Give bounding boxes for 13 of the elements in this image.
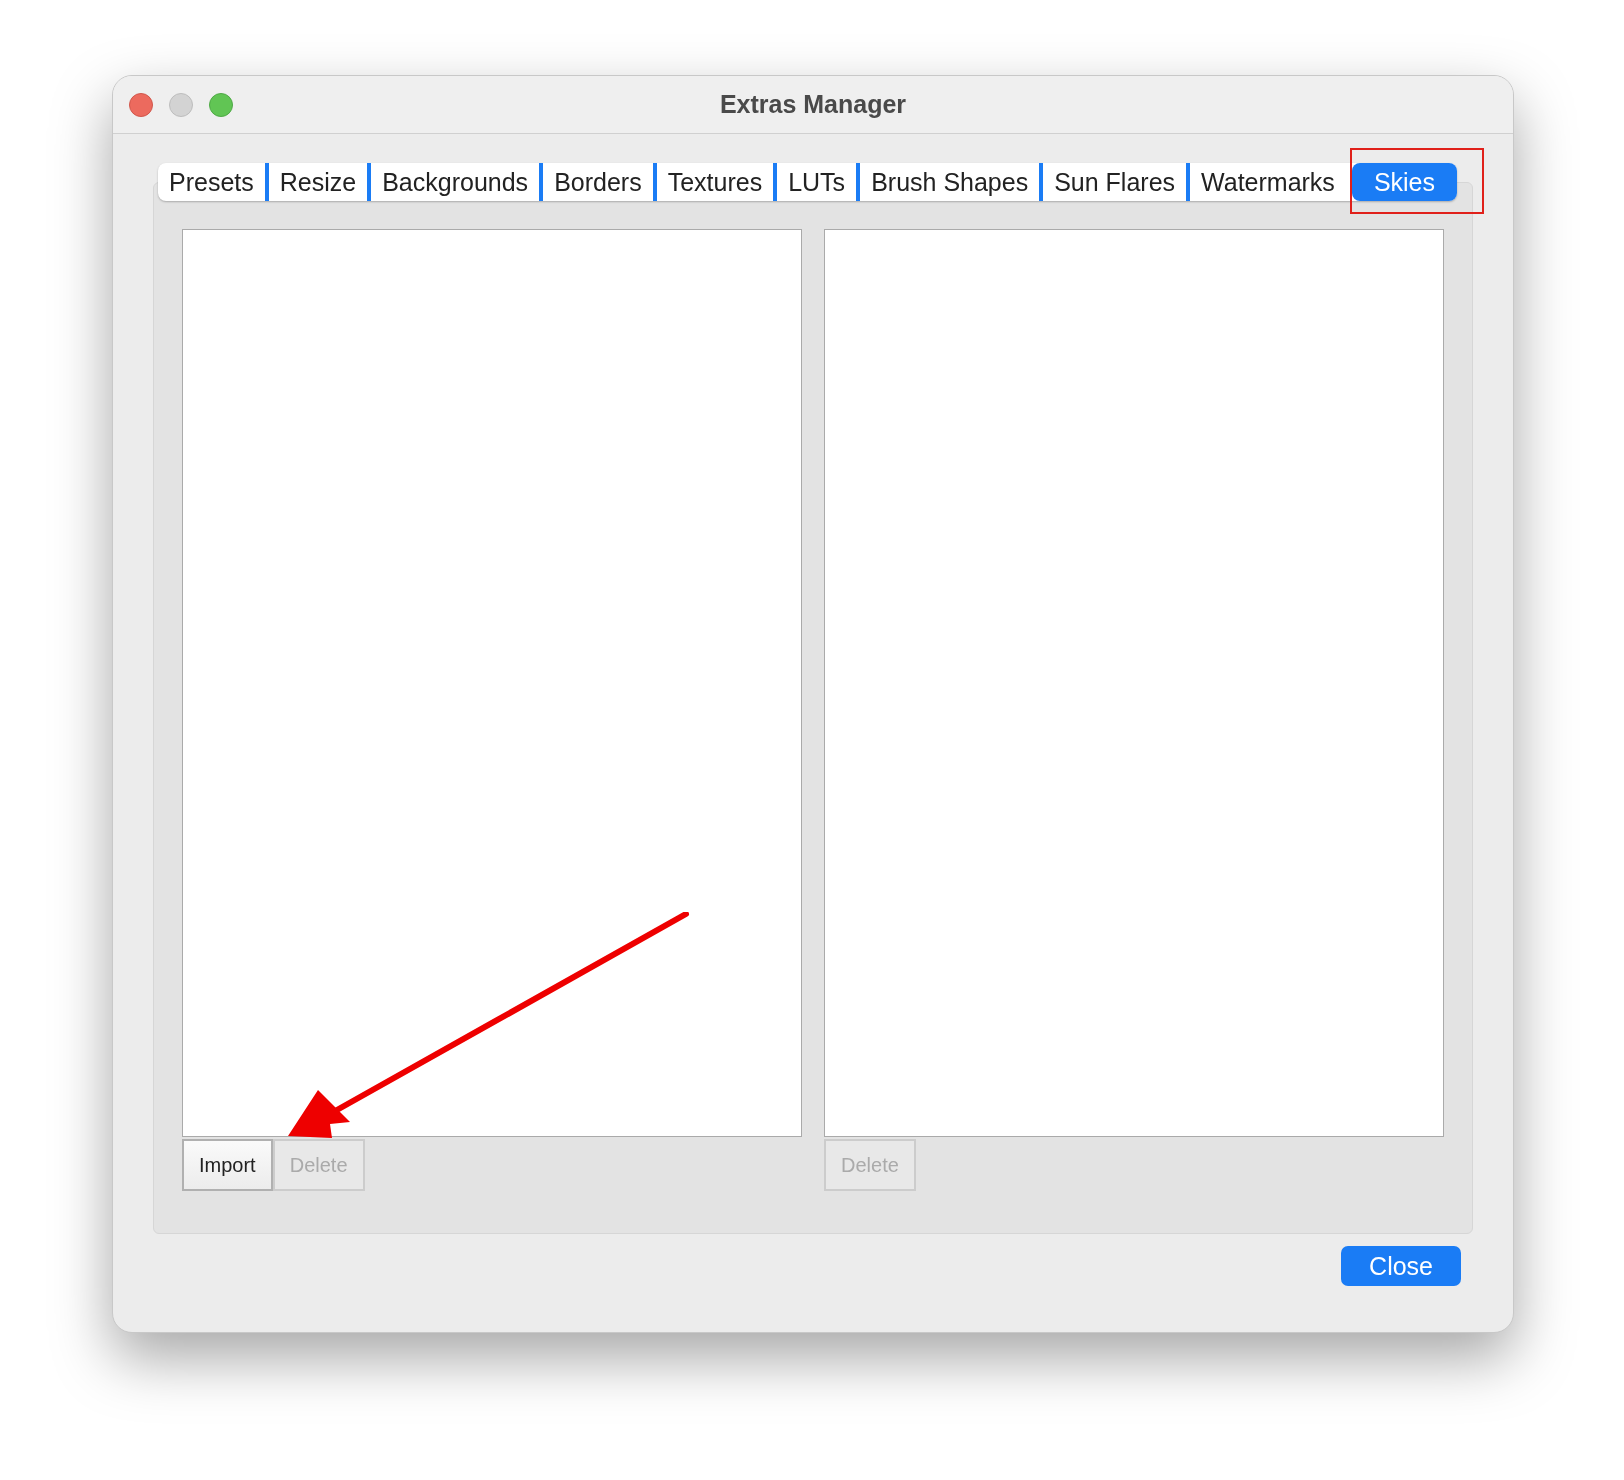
tab[interactable]: Sun Flares [1039,163,1187,201]
tab[interactable]: LUTs [773,163,857,201]
tab[interactable]: Skies [1351,163,1457,201]
tab[interactable]: Borders [539,163,653,201]
tab[interactable]: Watermarks [1186,163,1346,201]
tab[interactable]: Brush Shapes [856,163,1040,201]
tab[interactable]: Backgrounds [367,163,540,201]
window-title: Extras Manager [719,90,907,118]
tab[interactable]: Presets [158,163,265,201]
tab[interactable]: Textures [652,163,774,201]
action-button[interactable]: Import [182,1139,273,1191]
tab[interactable]: Resize [264,163,368,201]
close-button[interactable]: Close [1341,1246,1461,1286]
